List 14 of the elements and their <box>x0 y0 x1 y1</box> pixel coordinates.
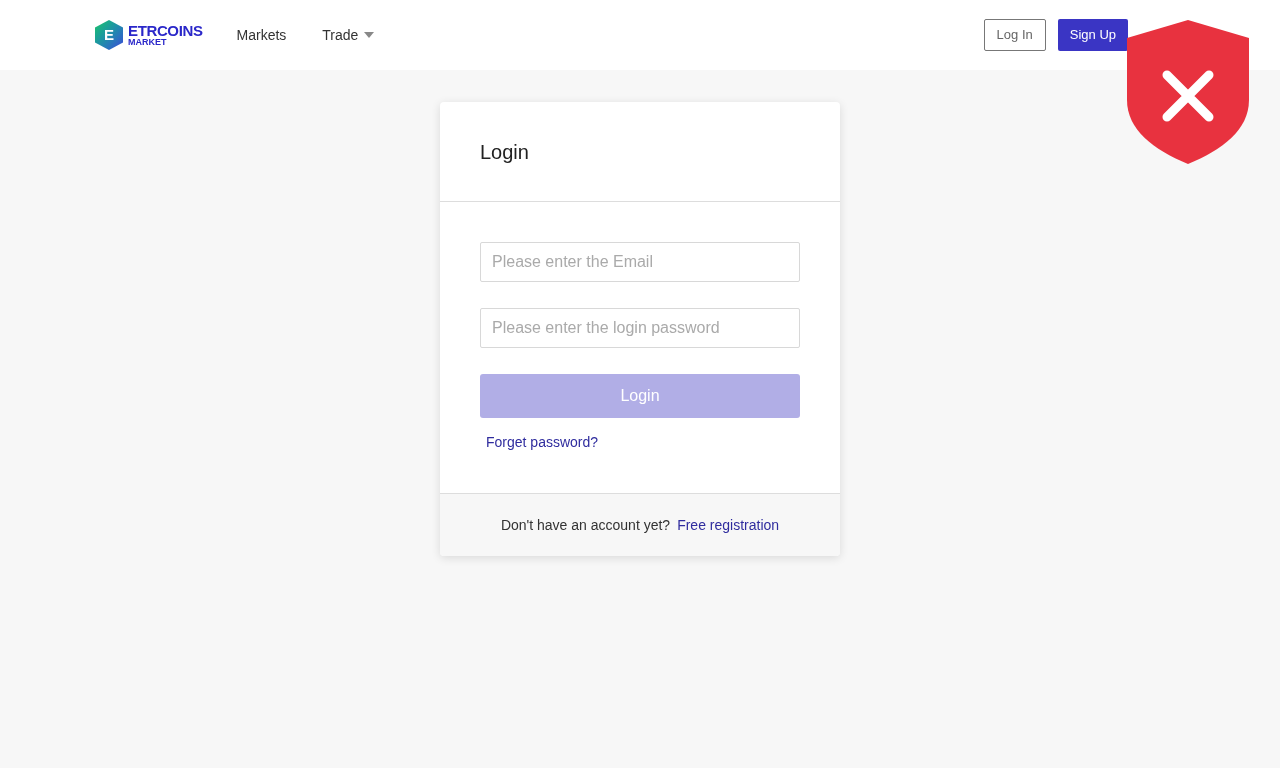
brand-name: ETRCOINS <box>128 23 203 38</box>
header-login-button[interactable]: Log In <box>983 19 1046 51</box>
nav-dropdown[interactable]: Trade <box>322 24 375 46</box>
nav-link[interactable]: Markets <box>236 24 287 46</box>
card-title: Login <box>480 139 529 165</box>
signup-button[interactable]: Sign Up <box>1057 19 1128 51</box>
email-field[interactable]: Please enter the Email <box>480 242 800 282</box>
footer-text: Don't have an account yet? <box>500 515 671 535</box>
forgot-password-link[interactable]: Forget password? <box>486 432 599 453</box>
logo-icon: E <box>95 20 123 50</box>
password-field[interactable]: Please enter the login password <box>480 308 800 348</box>
brand-subtitle: MARKET <box>128 38 168 47</box>
caret-icon <box>364 32 375 38</box>
registration-link[interactable]: Free registration <box>677 514 780 536</box>
